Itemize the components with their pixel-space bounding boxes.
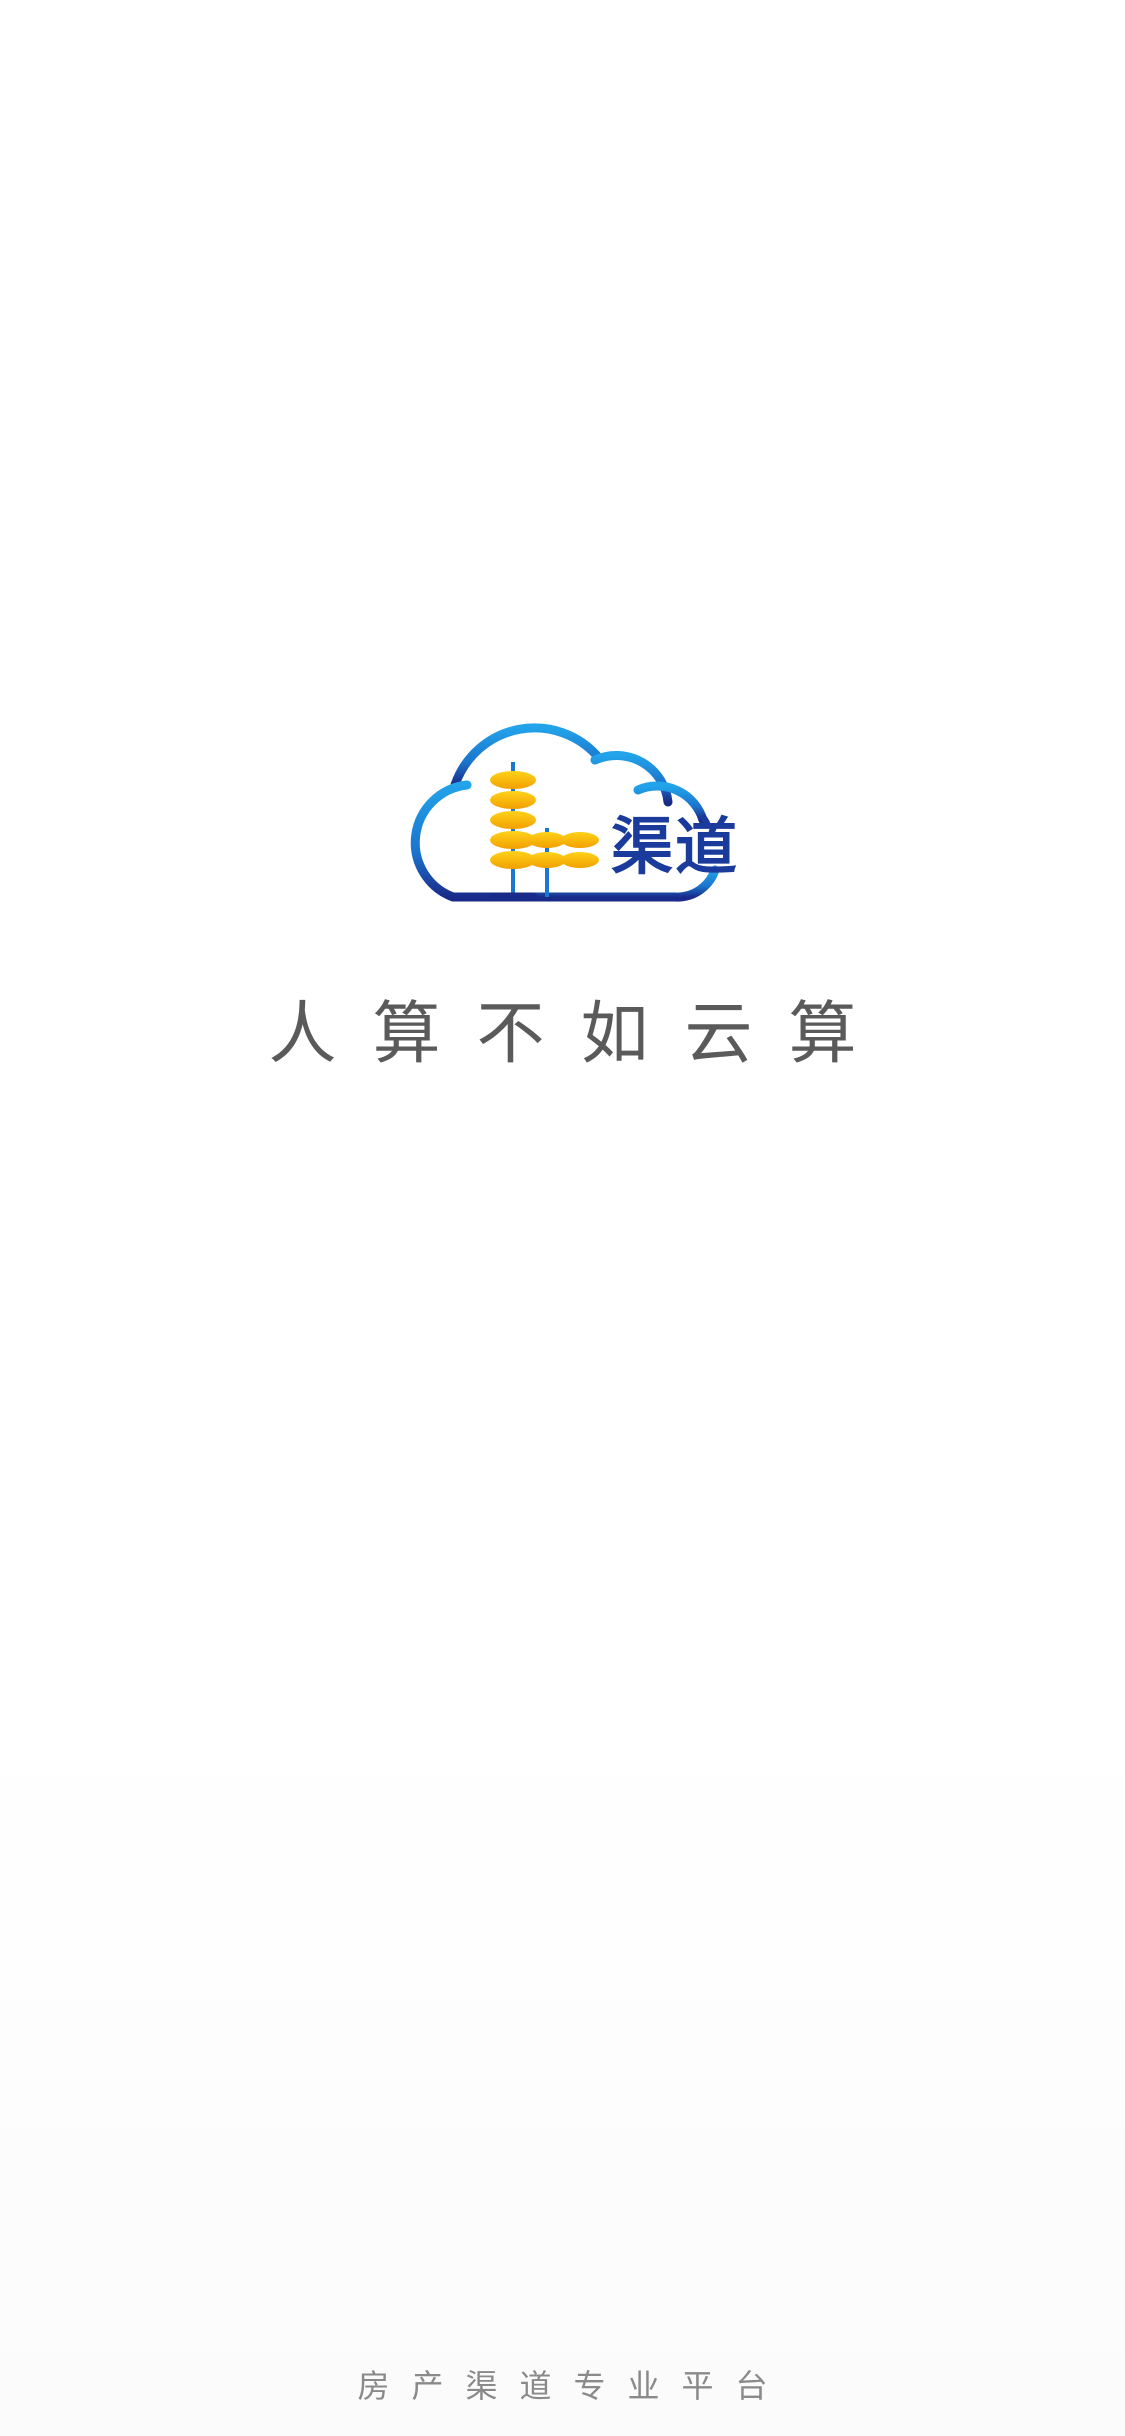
logo-text: 渠道 xyxy=(611,810,739,883)
slogan-text: 人算不如云算 xyxy=(268,995,893,1074)
abacus-icon xyxy=(488,762,599,902)
app-logo: 渠道 xyxy=(410,723,739,902)
footer-tagline: 房产渠道专业平台 xyxy=(357,2367,790,2405)
splash-screen: 渠道 人算不如云算 房产渠道专业平台 xyxy=(0,0,1125,2436)
